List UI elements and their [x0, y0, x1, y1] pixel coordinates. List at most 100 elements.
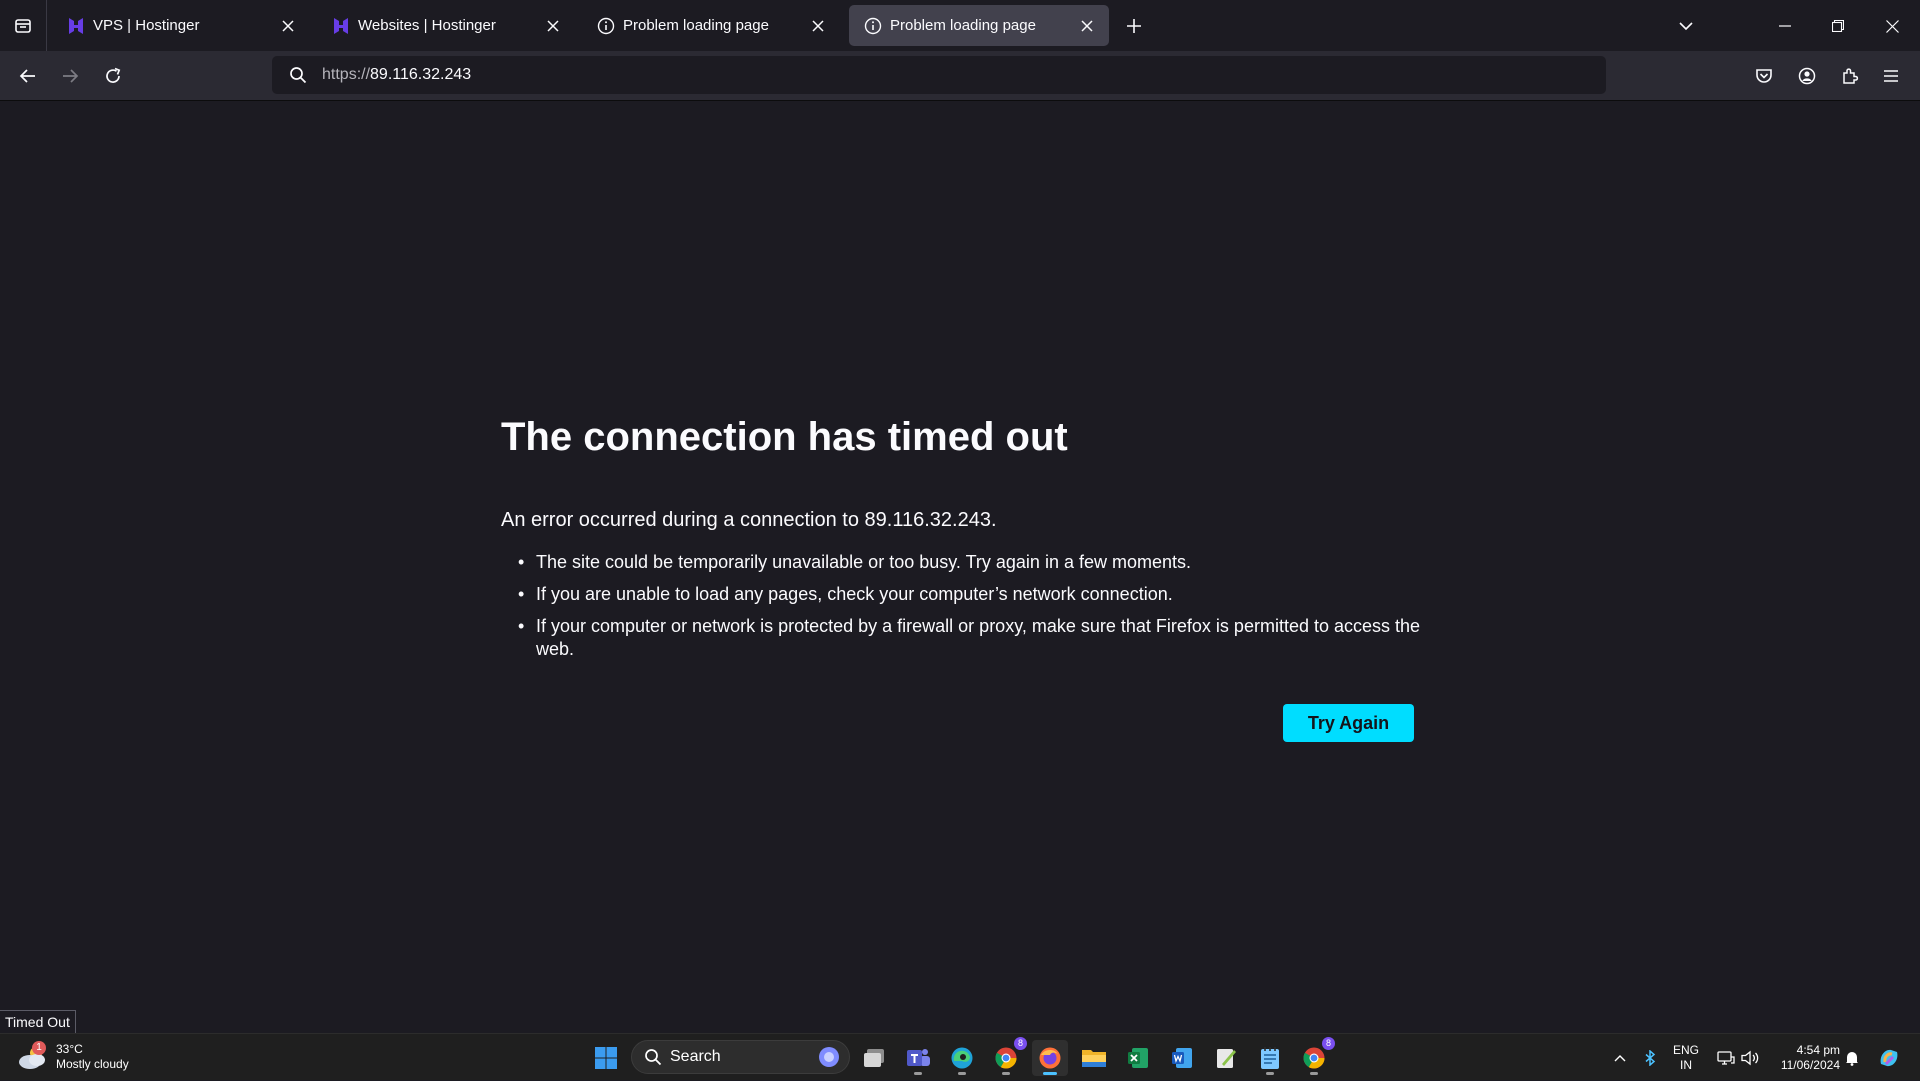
status-tooltip: Timed Out — [0, 1010, 76, 1034]
notepad-plus-plus-icon — [1217, 1049, 1236, 1068]
tab-strip: VPS | Hostinger Websites | Hostinger Pro… — [0, 0, 1920, 51]
minimize-icon — [1779, 25, 1791, 27]
firefox-icon — [1039, 1047, 1061, 1069]
running-indicator — [914, 1072, 922, 1075]
close-tab-icon[interactable] — [278, 16, 298, 36]
notifications-button[interactable] — [1840, 1034, 1864, 1081]
teams-app[interactable] — [900, 1040, 936, 1076]
navigation-toolbar: https://89.116.32.243 — [0, 51, 1920, 101]
running-indicator — [1310, 1072, 1318, 1075]
list-all-tabs-button[interactable] — [1674, 14, 1698, 38]
language-code: ENG — [1672, 1042, 1699, 1057]
search-icon — [286, 63, 310, 87]
arrow-right-icon — [63, 69, 79, 83]
firefox-app[interactable] — [1032, 1040, 1068, 1076]
minimize-button[interactable] — [1765, 10, 1805, 42]
extensions-button[interactable] — [1837, 63, 1863, 89]
error-suggestions-list: The site could be temporarily unavailabl… — [501, 551, 1456, 670]
error-intro: An error occurred during a connection to… — [501, 509, 997, 531]
search-icon — [645, 1049, 662, 1066]
weather-widget[interactable]: 1 33°C Mostly cloudy — [16, 1038, 129, 1076]
chevron-down-icon — [1679, 22, 1693, 31]
reload-icon — [106, 67, 121, 83]
url-text[interactable]: https://89.116.32.243 — [322, 66, 471, 84]
notepad-app[interactable] — [1252, 1040, 1288, 1076]
pocket-icon — [1756, 69, 1772, 83]
windows-logo-icon — [595, 1047, 617, 1069]
show-hidden-icons-button[interactable] — [1608, 1034, 1632, 1081]
tab-title: Websites | Hostinger — [358, 17, 496, 34]
excel-app[interactable] — [1120, 1040, 1156, 1076]
back-button[interactable] — [15, 63, 41, 89]
list-item: The site could be temporarily unavailabl… — [518, 551, 1456, 574]
list-item: If your computer or network is protected… — [518, 615, 1456, 661]
tab-websites-hostinger[interactable]: Websites | Hostinger — [317, 5, 575, 46]
task-view-icon — [864, 1049, 884, 1067]
taskbar-search[interactable]: Search — [631, 1040, 850, 1074]
tab-vps-hostinger[interactable]: VPS | Hostinger — [52, 5, 310, 46]
address-bar[interactable]: https://89.116.32.243 — [272, 56, 1606, 94]
tab-problem-loading-1[interactable]: Problem loading page — [582, 5, 840, 46]
info-icon — [596, 16, 616, 36]
account-button[interactable] — [1794, 63, 1820, 89]
plus-icon — [1127, 19, 1141, 33]
chevron-up-icon — [1614, 1054, 1626, 1061]
teams-icon — [907, 1049, 930, 1066]
forward-button[interactable] — [57, 63, 83, 89]
copilot-button[interactable] — [1874, 1034, 1904, 1081]
firefox-view-button[interactable] — [0, 0, 47, 51]
windows-taskbar: 1 33°C Mostly cloudy Search 8 8 ENG IN 4… — [0, 1033, 1920, 1080]
weather-condition: Mostly cloudy — [56, 1057, 129, 1071]
weather-alert-badge: 1 — [32, 1041, 46, 1055]
language-indicator[interactable]: ENG IN — [1664, 1034, 1708, 1081]
volume-tray[interactable] — [1738, 1034, 1762, 1081]
arrow-left-icon — [19, 69, 35, 83]
hostinger-icon — [331, 16, 351, 36]
task-view-button[interactable] — [856, 1040, 892, 1076]
network-tray[interactable] — [1714, 1034, 1738, 1081]
firefox-view-icon — [15, 18, 31, 33]
running-indicator — [1043, 1072, 1057, 1075]
close-tab-icon[interactable] — [1077, 16, 1097, 36]
weather-temperature: 33°C — [56, 1042, 83, 1056]
clock-date: 11/06/2024 — [1780, 1057, 1840, 1072]
language-region: IN — [1680, 1057, 1692, 1072]
word-app[interactable] — [1164, 1040, 1200, 1076]
restore-button[interactable] — [1818, 10, 1858, 42]
account-icon — [1798, 67, 1816, 85]
app-menu-button[interactable] — [1878, 63, 1904, 89]
tab-problem-loading-active[interactable]: Problem loading page — [849, 5, 1109, 46]
start-button[interactable] — [588, 1040, 624, 1076]
word-icon — [1172, 1048, 1192, 1068]
pocket-button[interactable] — [1751, 63, 1777, 89]
chrome-profile-app[interactable]: 8 — [1296, 1037, 1335, 1076]
info-icon — [863, 16, 883, 36]
search-placeholder: Search — [670, 1048, 721, 1065]
close-window-button[interactable] — [1872, 10, 1912, 42]
clock[interactable]: 4:54 pm 11/06/2024 — [1768, 1034, 1840, 1081]
close-tab-icon[interactable] — [808, 16, 828, 36]
clock-time: 4:54 pm — [1796, 1042, 1840, 1057]
close-tab-icon[interactable] — [543, 16, 563, 36]
chrome-app[interactable]: 8 — [988, 1037, 1027, 1076]
copilot-icon — [1880, 1049, 1898, 1066]
notepad-icon — [1261, 1047, 1279, 1069]
new-tab-button[interactable] — [1122, 14, 1146, 38]
tab-title: Problem loading page — [623, 17, 769, 34]
tab-title: VPS | Hostinger — [93, 17, 200, 34]
try-again-button[interactable]: Try Again — [1283, 704, 1414, 742]
list-item: If you are unable to load any pages, che… — [518, 583, 1456, 606]
reload-button[interactable] — [100, 63, 126, 89]
notepad-plus-plus-app[interactable] — [1208, 1040, 1244, 1076]
edge-app[interactable] — [944, 1040, 980, 1076]
bluetooth-tray[interactable] — [1638, 1034, 1662, 1081]
excel-icon — [1128, 1048, 1148, 1068]
running-indicator — [958, 1072, 966, 1075]
tab-title: Problem loading page — [890, 17, 1036, 34]
speaker-icon — [1741, 1050, 1759, 1065]
network-icon — [1717, 1050, 1735, 1065]
error-title: The connection has timed out — [501, 415, 1068, 459]
url-scheme: https:// — [322, 66, 371, 83]
file-explorer-app[interactable] — [1076, 1040, 1112, 1076]
url-host: 89.116.32.243 — [370, 66, 472, 83]
